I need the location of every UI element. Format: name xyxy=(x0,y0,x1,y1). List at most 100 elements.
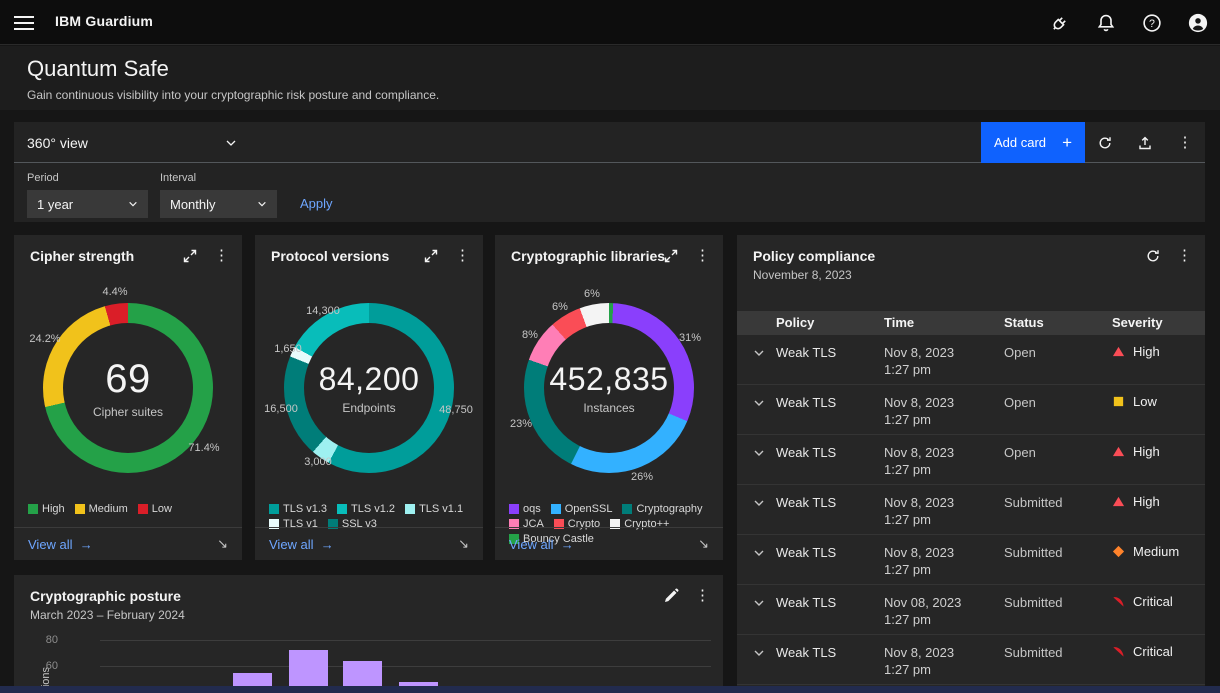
chart-legend: High Medium Low xyxy=(28,503,232,515)
severity-low-icon xyxy=(1112,395,1125,408)
apply-button[interactable]: Apply xyxy=(300,196,333,211)
view-all-link[interactable]: View all → xyxy=(269,537,334,552)
notifications-icon[interactable] xyxy=(1096,13,1116,33)
chevron-down-icon[interactable] xyxy=(753,597,765,609)
severity-label: Low xyxy=(1133,394,1157,409)
column-header: Status xyxy=(1004,311,1044,335)
severity-cell: High xyxy=(1112,344,1160,359)
chevron-down-icon xyxy=(225,137,237,149)
table-row[interactable]: Weak TLS Nov 8, 20231:27 pm Submitted Hi… xyxy=(737,485,1205,535)
overflow-menu-icon[interactable]: ⋮ xyxy=(1177,248,1193,264)
upload-icon[interactable] xyxy=(1125,122,1165,163)
legend-item: TLS v1.3 xyxy=(269,503,327,515)
severity-label: Medium xyxy=(1133,544,1179,559)
chevron-down-icon[interactable] xyxy=(753,497,765,509)
legend-swatch xyxy=(405,504,415,514)
segment-callout: 8% xyxy=(522,329,538,341)
period-label: Period xyxy=(27,172,59,184)
refresh-icon[interactable] xyxy=(1145,248,1161,264)
overflow-menu-icon[interactable]: ⋮ xyxy=(214,248,230,264)
legend-item: Low xyxy=(138,503,172,515)
segment-callout: 6% xyxy=(552,301,568,313)
card-footer: View all → ↘ xyxy=(495,527,723,560)
chevron-down-icon[interactable] xyxy=(753,347,765,359)
view-selector[interactable]: 360° view xyxy=(27,122,237,163)
status-cell: Submitted xyxy=(1004,594,1063,611)
card-title: Cryptographic posture xyxy=(30,588,181,604)
expand-icon[interactable] xyxy=(663,248,679,264)
y-tick-label: 60 xyxy=(28,660,58,672)
legend-swatch xyxy=(269,504,279,514)
segment-callout: 1,650 xyxy=(274,343,302,355)
help-icon[interactable]: ? xyxy=(1142,13,1162,33)
legend-swatch xyxy=(551,504,561,514)
donut-center: 452,835 Instances xyxy=(544,323,674,453)
severity-cell: High xyxy=(1112,494,1160,509)
overflow-menu-icon[interactable]: ⋮ xyxy=(695,588,711,604)
segment-callout: 3,000 xyxy=(304,456,332,468)
severity-cell: High xyxy=(1112,444,1160,459)
segment-callout: 4.4% xyxy=(102,286,127,298)
status-cell: Submitted xyxy=(1004,544,1063,561)
policy-cell: Weak TLS xyxy=(776,344,836,361)
table-row[interactable]: Weak TLS Nov 8, 20231:27 pm Submitted Me… xyxy=(737,535,1205,585)
legend-item: High xyxy=(28,503,65,515)
severity-high-icon xyxy=(1112,345,1125,358)
interval-value: Monthly xyxy=(170,197,216,212)
legend-swatch xyxy=(138,504,148,514)
table-row[interactable]: Weak TLS Nov 8, 20231:27 pm Open Low xyxy=(737,385,1205,435)
policy-cell: Weak TLS xyxy=(776,394,836,411)
avatar-icon[interactable] xyxy=(1188,13,1208,33)
page-header: Quantum Safe Gain continuous visibility … xyxy=(0,46,1220,110)
legend-swatch xyxy=(622,504,632,514)
severity-critical-icon xyxy=(1112,645,1125,658)
table-row[interactable]: Weak TLS Nov 8, 20231:27 pm Open High xyxy=(737,335,1205,385)
resize-handle-icon[interactable]: ↘ xyxy=(458,536,469,552)
chevron-down-icon[interactable] xyxy=(753,647,765,659)
edit-icon[interactable] xyxy=(663,588,679,604)
resize-handle-icon[interactable]: ↘ xyxy=(698,536,709,552)
legend-item: Medium xyxy=(75,503,128,515)
period-dropdown[interactable]: 1 year xyxy=(27,190,148,218)
card-footer: View all → ↘ xyxy=(255,527,483,560)
overflow-menu-icon[interactable]: ⋮ xyxy=(695,248,711,264)
donut-center: 69 Cipher suites xyxy=(63,323,193,453)
chevron-down-icon[interactable] xyxy=(753,397,765,409)
time-cell: Nov 8, 20231:27 pm xyxy=(884,444,954,478)
add-card-button[interactable]: Add card + xyxy=(981,122,1085,163)
chevron-down-icon[interactable] xyxy=(753,547,765,559)
card-cryptographic-libraries: Cryptographic libraries ⋮ 452,835 Instan… xyxy=(495,235,723,560)
legend-item: TLS v1.1 xyxy=(405,503,463,515)
policy-cell: Weak TLS xyxy=(776,544,836,561)
plus-icon: + xyxy=(1062,133,1072,153)
menu-icon[interactable] xyxy=(14,12,34,32)
view-all-link[interactable]: View all → xyxy=(28,537,93,552)
policy-cell: Weak TLS xyxy=(776,444,836,461)
chart-legend: TLS v1.3 TLS v1.2 TLS v1.1 TLS v1 SSL v3 xyxy=(269,503,473,530)
plug-icon[interactable] xyxy=(1050,13,1070,33)
donut-center-value: 69 xyxy=(105,357,151,402)
severity-cell: Critical xyxy=(1112,594,1173,609)
page-subtitle: Gain continuous visibility into your cry… xyxy=(27,88,439,102)
resize-handle-icon[interactable]: ↘ xyxy=(217,536,228,552)
overflow-menu-icon[interactable]: ⋮ xyxy=(455,248,471,264)
legend-item: oqs xyxy=(509,503,541,515)
view-all-link[interactable]: View all → xyxy=(509,537,574,552)
table-row[interactable]: Weak TLS Nov 08, 20231:27 pm Submitted C… xyxy=(737,585,1205,635)
card-date-range: March 2023 – February 2024 xyxy=(30,608,185,622)
segment-callout: 16,500 xyxy=(264,403,298,415)
expand-icon[interactable] xyxy=(423,248,439,264)
donut-center-label: Cipher suites xyxy=(93,405,163,419)
overflow-menu-icon[interactable]: ⋮ xyxy=(1165,122,1205,163)
interval-dropdown[interactable]: Monthly xyxy=(160,190,277,218)
segment-callout: 14,300 xyxy=(306,305,340,317)
table-row[interactable]: Weak TLS Nov 8, 20231:27 pm Open High xyxy=(737,435,1205,485)
table-row[interactable]: Weak TLS Nov 8, 20231:27 pm Submitted Cr… xyxy=(737,635,1205,685)
severity-label: Critical xyxy=(1133,594,1173,609)
expand-icon[interactable] xyxy=(182,248,198,264)
time-cell: Nov 8, 20231:27 pm xyxy=(884,644,954,678)
policy-cell: Weak TLS xyxy=(776,594,836,611)
refresh-icon[interactable] xyxy=(1085,122,1125,163)
chevron-down-icon[interactable] xyxy=(753,447,765,459)
segment-callout: 31% xyxy=(679,332,701,344)
